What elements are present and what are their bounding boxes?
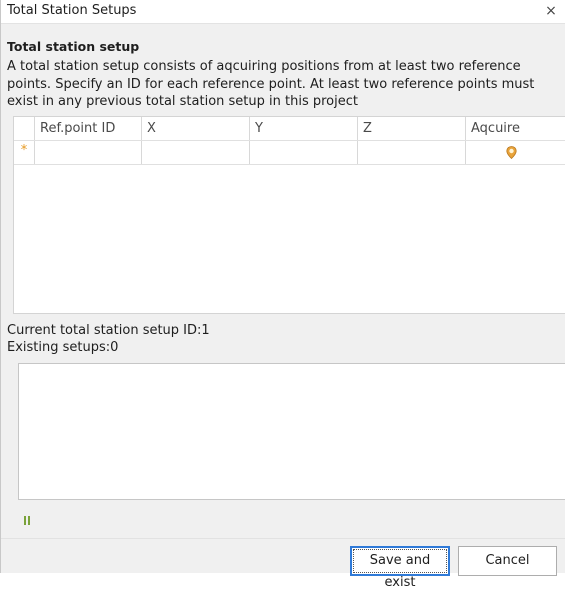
column-header-ref-point-id[interactable]: Ref.point ID: [34, 117, 141, 140]
title-bar: Total Station Setups ×: [1, 0, 565, 24]
description-text: A total station setup consists of aqcuir…: [7, 59, 535, 109]
cancel-button[interactable]: Cancel: [458, 546, 557, 576]
column-header-x[interactable]: X: [141, 117, 249, 140]
column-header-acquire[interactable]: Aqcuire: [465, 117, 565, 140]
pause-icon: [24, 516, 32, 525]
ref-point-id-cell[interactable]: [34, 141, 141, 164]
setup-status: Current total station setup ID:1 Existin…: [7, 322, 210, 356]
log-textbox[interactable]: [18, 363, 565, 500]
window-title: Total Station Setups: [7, 3, 137, 18]
new-row-marker: *: [20, 143, 28, 158]
footer-divider: [1, 538, 565, 539]
location-pin-icon[interactable]: [506, 146, 517, 159]
save-button-label: Save and exist: [353, 549, 447, 590]
z-cell[interactable]: [357, 141, 465, 164]
close-icon[interactable]: ×: [544, 2, 558, 20]
x-cell[interactable]: [141, 141, 249, 164]
acquire-cell[interactable]: [465, 141, 565, 164]
column-header-y[interactable]: Y: [249, 117, 357, 140]
current-setup-id: Current total station setup ID:1: [7, 323, 210, 338]
column-header-z[interactable]: Z: [357, 117, 465, 140]
reference-points-grid: Ref.point ID X Y Z Aqcuire *: [13, 116, 565, 314]
y-cell[interactable]: [249, 141, 357, 164]
grid-header: Ref.point ID X Y Z Aqcuire: [14, 117, 565, 141]
existing-setups-count: Existing setups:0: [7, 340, 119, 355]
total-station-setups-dialog: Total Station Setups × Total station set…: [0, 0, 565, 590]
section-title: Total station setup: [7, 39, 140, 54]
new-row: *: [14, 141, 565, 165]
save-and-exit-button[interactable]: Save and exist: [350, 546, 450, 590]
